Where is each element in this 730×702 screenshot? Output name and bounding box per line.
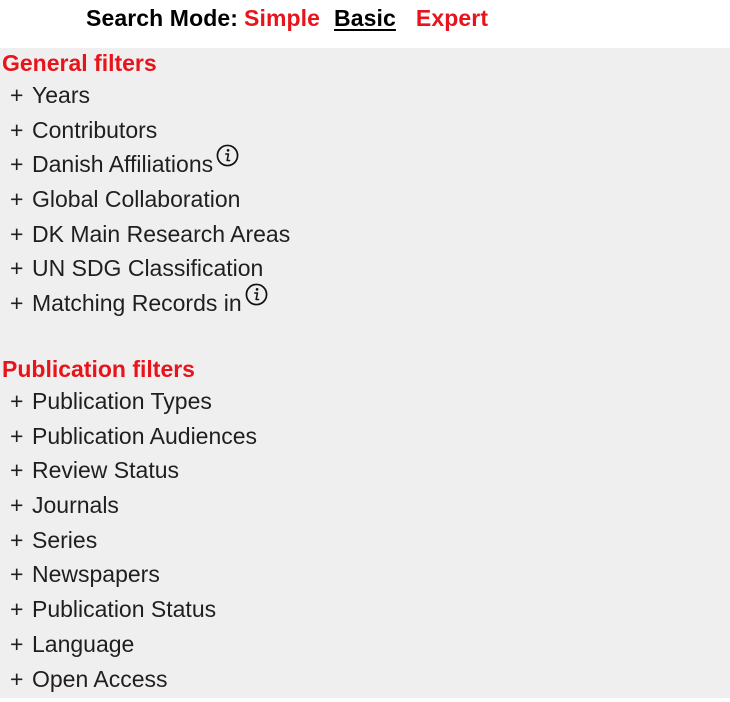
filter-label: Series (32, 526, 98, 553)
expand-icon: + (10, 422, 24, 449)
filter-label: UN SDG Classification (32, 255, 264, 282)
filter-label: Matching Records in (32, 290, 242, 317)
info-icon[interactable] (245, 281, 268, 306)
filter-label: Publication Status (32, 596, 217, 623)
publication-filters-list: + Publication Types + Publication Audience… (0, 384, 730, 696)
expand-icon: + (10, 388, 24, 414)
filter-newspapers[interactable]: + Newspapers (0, 557, 730, 592)
filter-label: Global Collaboration (32, 186, 241, 213)
search-mode-basic[interactable]: Basic (334, 5, 396, 31)
filter-un-sdg-classification[interactable]: + UN SDG Classification (0, 251, 730, 286)
filter-dk-main-research-areas[interactable]: + DK Main Research Areas (0, 217, 730, 252)
filter-language[interactable]: + Language (0, 627, 730, 662)
filter-danish-affiliations[interactable]: + Danish Affiliations (0, 144, 730, 182)
filter-global-collaboration[interactable]: + Global Collaboration (0, 182, 730, 217)
expand-icon: + (10, 290, 24, 317)
filters-panel: General filters + Years + Contributors + Da… (0, 48, 730, 698)
filter-years[interactable]: + Years (0, 78, 730, 113)
expand-icon: + (10, 220, 24, 247)
expand-icon: + (10, 492, 24, 519)
expand-icon: + (10, 526, 24, 553)
filter-label: DK Main Research Areas (32, 220, 291, 247)
expand-icon: + (10, 186, 24, 213)
filter-label: Review Status (32, 457, 180, 484)
filter-review-status[interactable]: + Review Status (0, 453, 730, 488)
publication-filters-section: Publication filters + Publication Types +… (0, 354, 730, 696)
filter-contributors[interactable]: + Contributors (0, 113, 730, 148)
expand-icon: + (10, 82, 24, 108)
filter-label: Journals (32, 492, 119, 519)
expand-icon: + (10, 151, 24, 178)
expand-icon: + (10, 255, 24, 282)
search-mode-row: Search Mode: Simple Basic Expert (86, 3, 488, 33)
filter-label: Publication Audiences (32, 422, 258, 449)
expand-icon: + (10, 457, 24, 484)
expand-icon: + (10, 116, 24, 143)
info-icon[interactable] (216, 142, 239, 167)
filter-matching-records-in[interactable]: + Matching Records in (0, 283, 730, 321)
general-filters-title: General filters (2, 50, 157, 76)
filter-series[interactable]: + Series (0, 523, 730, 558)
filter-publication-types[interactable]: + Publication Types (0, 384, 730, 419)
filter-publication-audiences[interactable]: + Publication Audiences (0, 419, 730, 454)
search-mode-label: Search Mode: (86, 5, 239, 31)
filter-label: Newspapers (32, 561, 160, 588)
expand-icon: + (10, 630, 24, 657)
filter-label: Language (32, 630, 135, 657)
filter-label: Contributors (32, 116, 158, 143)
expand-icon: + (10, 596, 24, 623)
search-mode-expert[interactable]: Expert (416, 5, 488, 31)
search-mode-bar: Search Mode: Simple Basic Expert (0, 0, 730, 48)
general-filters-section: General filters + Years + Contributors + Da… (0, 48, 730, 354)
filter-label: Danish Affiliations (32, 151, 214, 178)
filter-journals[interactable]: + Journals (0, 488, 730, 523)
filter-open-access[interactable]: + Open Access (0, 662, 730, 697)
general-filters-list: + Years + Contributors + Danish Affiliation… (0, 78, 730, 321)
publication-filters-title: Publication filters (2, 356, 195, 382)
filter-label: Years (32, 82, 90, 108)
filter-publication-status[interactable]: + Publication Status (0, 592, 730, 627)
expand-icon: + (10, 665, 24, 692)
search-mode-simple[interactable]: Simple (244, 5, 320, 31)
filter-label: Open Access (32, 665, 168, 692)
expand-icon: + (10, 561, 24, 588)
filter-label: Publication Types (32, 388, 212, 414)
